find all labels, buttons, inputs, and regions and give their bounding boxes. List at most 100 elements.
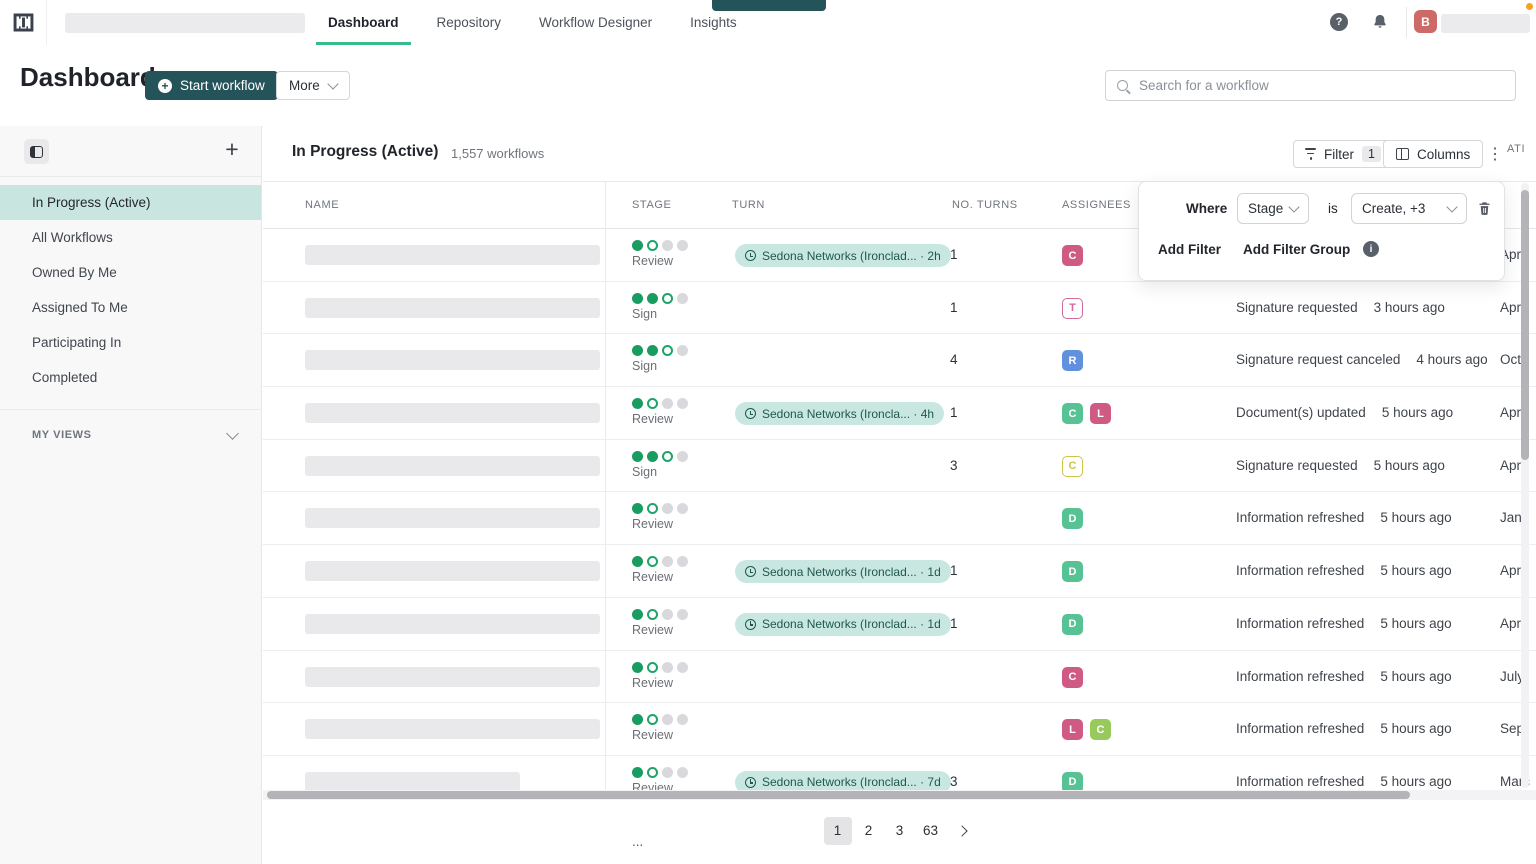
add-filter-button[interactable]: Add Filter xyxy=(1158,242,1221,257)
assignees-cell: D xyxy=(1062,508,1083,529)
no-turns-value: 4 xyxy=(950,352,958,367)
assignee-avatar: C xyxy=(1090,719,1111,740)
stage-progress-dots xyxy=(632,556,688,567)
bell-icon[interactable] xyxy=(1371,13,1389,36)
activity-text: Information refreshed xyxy=(1236,721,1364,736)
sidebar-item-all-workflows[interactable]: All Workflows xyxy=(0,220,261,255)
stage-dot xyxy=(677,240,688,251)
page-2[interactable]: 2 xyxy=(855,817,883,845)
top-nav: DashboardRepositoryWorkflow DesignerInsi… xyxy=(0,0,1536,47)
info-icon[interactable]: i xyxy=(1363,241,1379,257)
table-row[interactable]: Review Sedona Networks (Ironclad... · 1d… xyxy=(263,545,1536,598)
vertical-scrollbar-thumb[interactable] xyxy=(1521,190,1529,460)
help-icon[interactable]: ? xyxy=(1330,13,1348,31)
tab-repository[interactable]: Repository xyxy=(425,0,514,45)
filter-icon xyxy=(1305,148,1316,159)
sidebar-item-in-progress-active-[interactable]: In Progress (Active) xyxy=(0,185,261,220)
table-row[interactable]: Review Sedona Networks (Ironclad... · 7d… xyxy=(263,756,1536,790)
turn-badge: Sedona Networks (Ironclad... · 2h xyxy=(735,244,951,267)
activity-text: Information refreshed xyxy=(1236,616,1364,631)
next-page-button[interactable] xyxy=(948,817,976,845)
last-activity-cell: Document(s) updated 5 hours ago xyxy=(1236,405,1453,420)
sidebar-item-participating-in[interactable]: Participating In xyxy=(0,325,261,360)
table-row[interactable]: Sign 1 T Signature requested 3 hours ago… xyxy=(263,282,1536,335)
search-input[interactable] xyxy=(1137,77,1504,94)
table-row[interactable]: Sign 3 C Signature requested 5 hours ago… xyxy=(263,440,1536,493)
page-1[interactable]: 1 xyxy=(824,817,852,845)
assignee-avatar: D xyxy=(1062,508,1083,529)
workflow-name-redacted xyxy=(305,298,600,318)
assignee-avatar: D xyxy=(1062,772,1083,790)
more-button[interactable]: More xyxy=(276,71,350,100)
delete-filter-icon[interactable] xyxy=(1477,200,1492,221)
table-row[interactable]: Sign 4 R Signature request canceled 4 ho… xyxy=(263,334,1536,387)
assignees-cell: R xyxy=(1062,350,1083,371)
stage-dot xyxy=(647,609,658,620)
activity-text: Information refreshed xyxy=(1236,774,1364,789)
more-options-kebab-icon[interactable]: ⋮ xyxy=(1485,140,1505,168)
workflow-name-redacted xyxy=(305,772,520,790)
table-row[interactable]: Review Sedona Networks (Ironcla... · 4h … xyxy=(263,387,1536,440)
filter-count-badge: 1 xyxy=(1362,146,1381,162)
stage-dot xyxy=(662,556,673,567)
stage-progress-dots xyxy=(632,293,688,304)
stage-dot xyxy=(677,451,688,462)
chevron-down-icon xyxy=(327,78,338,89)
add-filter-group-button[interactable]: Add Filter Group xyxy=(1243,242,1350,257)
tab-dashboard[interactable]: Dashboard xyxy=(316,0,411,45)
table-row[interactable]: Review C Information refreshed 5 hours a… xyxy=(263,651,1536,704)
workflow-count: 1,557 workflows xyxy=(451,146,544,161)
column-header-no-turns[interactable]: NO. TURNS xyxy=(952,199,1018,211)
ironclad-logo[interactable] xyxy=(0,0,47,45)
user-avatar[interactable]: B xyxy=(1414,10,1437,33)
sidebar-collapse-button[interactable] xyxy=(24,139,49,164)
column-header-stage[interactable]: STAGE xyxy=(632,199,671,211)
filter-button[interactable]: Filter 1 xyxy=(1293,140,1393,168)
sidebar-item-assigned-to-me[interactable]: Assigned To Me xyxy=(0,290,261,325)
sidebar-divider xyxy=(0,409,261,410)
activity-time: 3 hours ago xyxy=(1374,300,1445,315)
column-header-turn[interactable]: TURN xyxy=(732,199,765,211)
page-63[interactable]: 63 xyxy=(917,817,945,845)
assignees-cell: D xyxy=(1062,561,1083,582)
filter-field-select[interactable]: Stage xyxy=(1237,193,1309,224)
horizontal-scrollbar-thumb[interactable] xyxy=(267,791,1410,799)
stage-progress-dots xyxy=(632,662,688,673)
sidebar-item-owned-by-me[interactable]: Owned By Me xyxy=(0,255,261,290)
column-header-assignees[interactable]: ASSIGNEES xyxy=(1062,199,1131,211)
table-row[interactable]: Review D Information refreshed 5 hours a… xyxy=(263,492,1536,545)
tab-workflow-designer[interactable]: Workflow Designer xyxy=(527,0,664,45)
table-row[interactable]: Review Sedona Networks (Ironclad... · 1d… xyxy=(263,598,1536,651)
table-row[interactable]: Review LC Information refreshed 5 hours … xyxy=(263,703,1536,756)
workflow-name-redacted xyxy=(305,561,600,581)
clock-icon xyxy=(745,777,756,788)
assignee-avatar: T xyxy=(1062,298,1083,319)
workflow-name-redacted xyxy=(305,667,600,687)
sidebar-item-completed[interactable]: Completed xyxy=(0,360,261,395)
column-header-name[interactable]: NAME xyxy=(305,199,339,211)
stage-label: Review xyxy=(632,728,673,742)
activity-time: 5 hours ago xyxy=(1380,616,1451,631)
filter-popup: Where Stage is Create, +3 Add Filter Add… xyxy=(1138,181,1505,281)
filter-value-select[interactable]: Create, +3 xyxy=(1351,193,1467,224)
stage-label: Sign xyxy=(632,465,657,479)
stage-dot xyxy=(647,503,658,514)
cutoff-teal-button[interactable] xyxy=(712,0,826,11)
stage-progress-dots xyxy=(632,767,688,778)
nav-tabs: DashboardRepositoryWorkflow DesignerInsi… xyxy=(316,0,763,45)
clock-icon xyxy=(745,566,756,577)
add-view-button[interactable]: + xyxy=(220,136,244,162)
columns-button[interactable]: Columns xyxy=(1383,140,1483,168)
stage-label: Review xyxy=(632,676,673,690)
stage-progress-dots xyxy=(632,451,688,462)
assignees-cell: C xyxy=(1062,667,1083,688)
stage-dot xyxy=(632,556,643,567)
assignee-avatar: C xyxy=(1062,403,1083,424)
activity-text: Document(s) updated xyxy=(1236,405,1366,420)
operator-label: is xyxy=(1328,201,1338,216)
page-3[interactable]: 3 xyxy=(886,817,914,845)
no-turns-value: 1 xyxy=(950,300,958,315)
start-workflow-button[interactable]: + Start workflow xyxy=(145,71,278,100)
my-views-section-header[interactable]: MY VIEWS xyxy=(0,420,261,450)
assignee-avatar: C xyxy=(1062,456,1083,477)
